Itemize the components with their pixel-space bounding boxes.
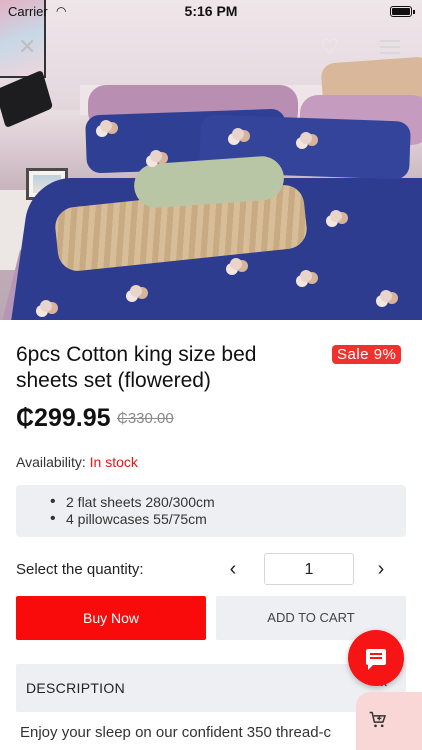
close-icon[interactable]: ✕ — [18, 36, 36, 58]
product-image — [0, 0, 422, 320]
image-flower — [230, 258, 242, 270]
image-flower — [330, 210, 342, 222]
chat-button[interactable] — [348, 630, 404, 686]
image-flower — [100, 120, 112, 132]
quantity-input[interactable]: 1 — [264, 553, 354, 585]
battery-icon — [390, 6, 415, 17]
buy-now-button[interactable]: Buy Now — [16, 596, 206, 640]
quantity-decrement-button[interactable]: ‹ — [222, 556, 244, 582]
image-flower — [300, 270, 312, 282]
product-price: ₵299.95 — [16, 404, 111, 432]
availability-status: In stock — [89, 454, 138, 470]
status-bar: Carrier ◠ 5:16 PM — [0, 0, 422, 22]
menu-icon[interactable] — [380, 40, 400, 54]
quantity-increment-button[interactable]: › — [370, 556, 392, 582]
image-flower — [380, 290, 392, 302]
cart-button[interactable] — [356, 692, 422, 750]
product-title: 6pcs Cotton king size bed sheets set (fl… — [16, 343, 257, 392]
feature-item: 4 pillowcases 55/75cm — [50, 510, 406, 528]
image-flower — [130, 285, 142, 297]
image-flower — [232, 128, 244, 140]
feature-list: 2 flat sheets 280/300cm 4 pillowcases 55… — [16, 485, 406, 537]
description-header[interactable]: DESCRIPTION — [16, 664, 406, 712]
heart-icon[interactable]: ♡ — [320, 37, 339, 58]
product-old-price: ₵330.00 — [117, 410, 174, 427]
availability: Availability: In stock — [16, 454, 138, 470]
availability-label: Availability: — [16, 454, 86, 470]
image-flower — [300, 132, 312, 144]
image-flower — [40, 300, 52, 312]
status-time: 5:16 PM — [184, 3, 238, 19]
sale-badge: Sale 9% — [332, 345, 402, 364]
quantity-label: Select the quantity: — [16, 561, 144, 578]
add-cart-icon — [369, 711, 386, 728]
chat-icon — [366, 649, 386, 670]
feature-item: 2 flat sheets 280/300cm — [50, 493, 406, 511]
image-flower — [150, 150, 162, 162]
